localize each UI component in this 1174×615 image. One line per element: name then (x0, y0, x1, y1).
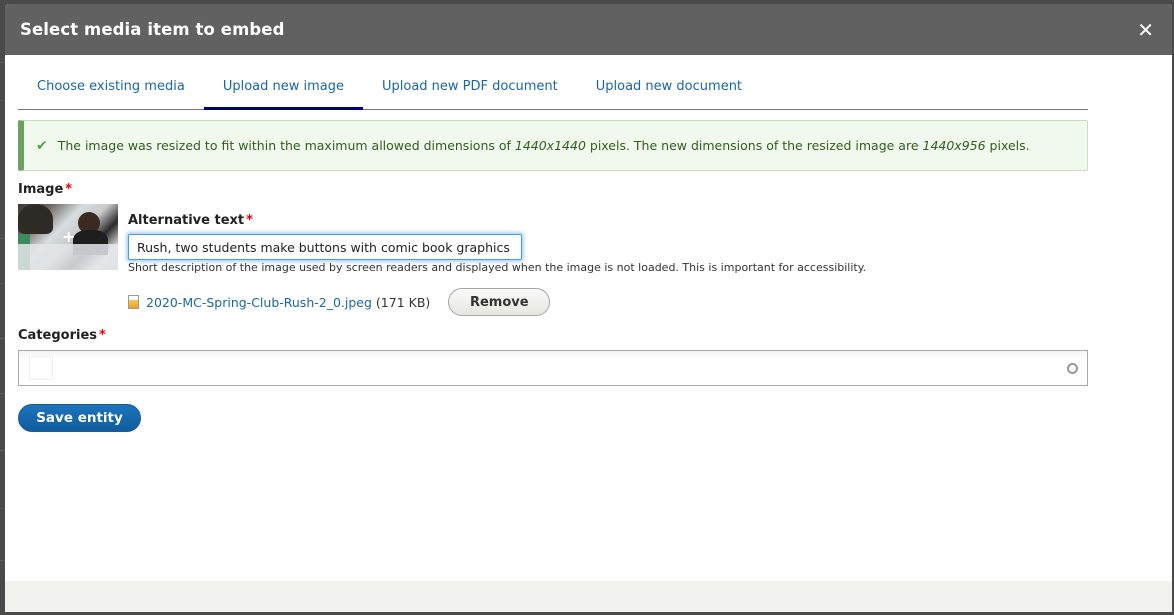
required-marker: * (65, 182, 73, 197)
tab-upload-new-image[interactable]: Upload new image (203, 79, 363, 110)
move-cursor-icon: + (62, 227, 76, 246)
status-message-text: The image was resized to fit within the … (58, 138, 1030, 153)
status-text-part: The image was resized to fit within the … (57, 138, 515, 153)
file-link[interactable]: 2020-MC-Spring-Club-Rush-2_0.jpeg (146, 295, 372, 310)
required-marker: * (99, 328, 106, 343)
image-thumbnail: + (18, 204, 118, 270)
alt-text-description: Short description of the image used by s… (128, 261, 867, 274)
tab-upload-new-pdf-document[interactable]: Upload new PDF document (363, 79, 577, 110)
media-embed-dialog: Select media item to embed ✕ Choose exis… (5, 4, 1172, 612)
dialog-title: Select media item to embed (20, 20, 285, 39)
categories-label: Categories * (18, 328, 106, 343)
close-icon[interactable]: ✕ (1137, 20, 1154, 40)
check-icon: ✔ (36, 137, 48, 154)
max-dimensions: 1440x1440 (514, 138, 586, 153)
image-file-icon (128, 295, 139, 309)
media-type-tabs: Choose existing media Upload new image U… (18, 55, 1088, 110)
save-entity-button[interactable]: Save entity (18, 404, 141, 432)
tab-upload-new-document[interactable]: Upload new document (577, 79, 761, 110)
required-marker: * (246, 213, 253, 228)
status-message: ✔ The image was resized to fit within th… (18, 120, 1088, 171)
dialog-content: Choose existing media Upload new image U… (5, 55, 1172, 581)
status-text-part: pixels. The new dimensions of the resize… (585, 138, 923, 153)
alt-text-label: Alternative text * (128, 213, 253, 228)
image-field-label: Image * (18, 182, 72, 197)
dialog-titlebar: Select media item to embed ✕ (5, 4, 1172, 55)
categories-autocomplete-input[interactable] (18, 350, 1088, 386)
remove-button[interactable]: Remove (448, 288, 551, 316)
file-size: (171 KB) (375, 294, 431, 310)
new-dimensions: 1440x956 (922, 138, 986, 153)
categories-input-field[interactable] (29, 356, 53, 380)
autocomplete-throbber-icon (1067, 363, 1078, 374)
dialog-footer (5, 581, 1172, 612)
alt-text-input[interactable] (128, 234, 522, 260)
alt-text-label-text: Alternative text (128, 213, 245, 228)
tab-choose-existing-media[interactable]: Choose existing media (18, 79, 204, 110)
categories-label-text: Categories (18, 328, 98, 343)
status-text-part: pixels. (985, 138, 1030, 153)
uploaded-file-row: 2020-MC-Spring-Club-Rush-2_0.jpeg (171 K… (128, 288, 551, 316)
image-label-text: Image (18, 182, 64, 197)
